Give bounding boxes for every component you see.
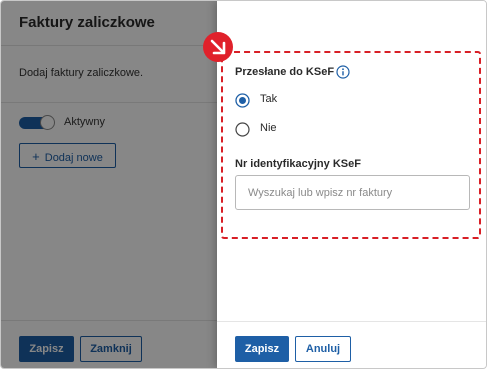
cancel-button[interactable]: Anuluj	[295, 336, 351, 362]
annotation-badge	[203, 32, 233, 62]
modal-overlay[interactable]	[1, 1, 217, 368]
dialog: Faktury zaliczkowe Dodaj faktury zaliczk…	[0, 0, 487, 369]
highlight-frame	[221, 51, 481, 239]
save-button[interactable]: Zapisz	[235, 336, 289, 362]
divider	[217, 321, 486, 322]
arrow-down-right-icon	[210, 39, 226, 55]
